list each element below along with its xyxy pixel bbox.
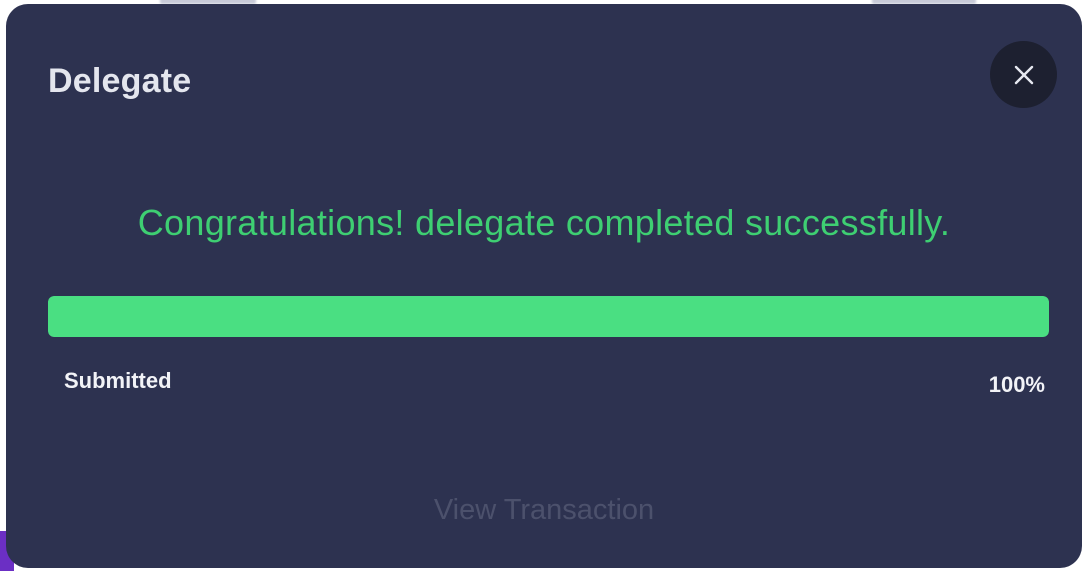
success-message: Congratulations! delegate completed succ… bbox=[137, 202, 951, 243]
close-icon bbox=[1012, 63, 1036, 87]
modal-title: Delegate bbox=[48, 62, 192, 100]
progress-fill bbox=[48, 296, 1049, 337]
delegate-modal: Delegate Congratulations! delegate compl… bbox=[6, 4, 1082, 568]
close-button[interactable] bbox=[990, 41, 1057, 108]
progress-percent-label: 100% bbox=[988, 372, 1045, 397]
progress-status-label: Submitted bbox=[64, 368, 172, 393]
progress-bar bbox=[48, 296, 1049, 337]
view-transaction-link[interactable]: View Transaction bbox=[6, 494, 1082, 527]
